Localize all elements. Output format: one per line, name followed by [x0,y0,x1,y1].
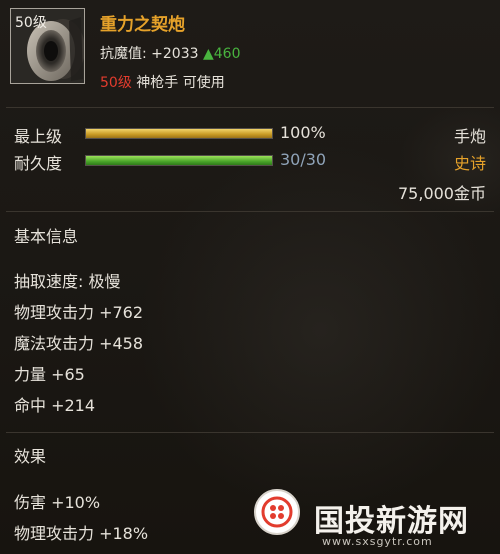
required-level: 50级 [100,75,132,91]
stat-line: 抽取速度: 极慢 [14,272,121,291]
stat-line: 魔法攻击力 +458 [14,334,144,353]
item-tooltip-panel: 50级 重力之契炮 抗魔值: +2033 ▲460 50级 神枪手 可使用 最上… [0,0,500,554]
weapon-type: 手炮 [453,127,486,146]
watermark-url: www.sxsgytr.com [322,535,433,548]
durability-bar-fill [86,156,272,165]
item-level-badge: 50级 [15,15,47,31]
watermark-text: 国投新游网 [314,504,469,539]
resist-line: 抗魔值: +2033 ▲460 [100,43,240,63]
stat-line: 物理攻击力 +762 [14,303,144,322]
basic-info-title: 基本信息 [14,227,79,246]
grade-bar-fill [86,129,272,138]
durability-bar [85,155,273,166]
durability-label: 耐久度 [14,154,63,173]
divider [6,107,494,108]
price: 75,000金币 [398,184,486,203]
grade-bar [85,128,273,139]
resist-increase: ▲460 [202,46,241,62]
stat-line: 命中 +214 [14,396,96,415]
resist-label: 抗魔值: [100,46,147,62]
divider [6,432,494,433]
requirement-line: 50级 神枪手 可使用 [100,72,225,92]
rarity: 史诗 [453,154,486,173]
grade-label: 最上级 [14,127,63,146]
effect-line: 物理攻击力 +18% [14,524,149,543]
item-name: 重力之契炮 [100,15,185,35]
effect-line: 伤害 +10% [14,493,101,512]
watermark-logo-icon [254,489,300,535]
durability-value: 30/30 [280,150,327,169]
divider [6,211,494,212]
required-class: 神枪手 可使用 [136,75,225,91]
stat-line: 力量 +65 [14,365,85,384]
grade-value: 100% [280,123,326,142]
item-icon: 50级 [10,8,85,84]
effect-title: 效果 [14,447,47,466]
resist-value: +2033 [151,46,199,62]
